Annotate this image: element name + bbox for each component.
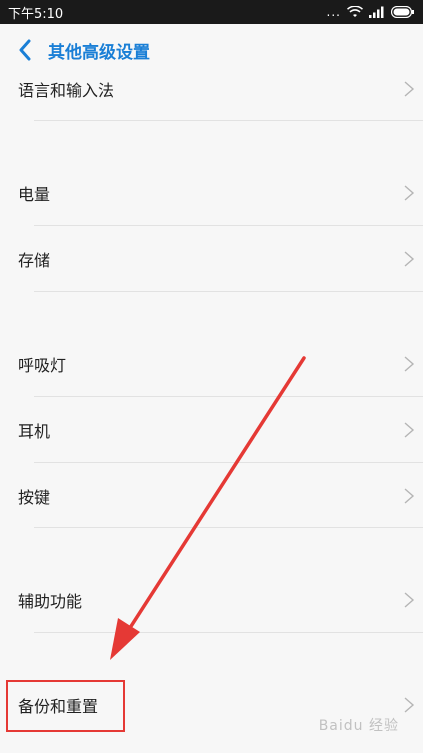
annotation-arrow — [110, 356, 306, 660]
watermark: Baidu 经验 — [318, 718, 399, 734]
